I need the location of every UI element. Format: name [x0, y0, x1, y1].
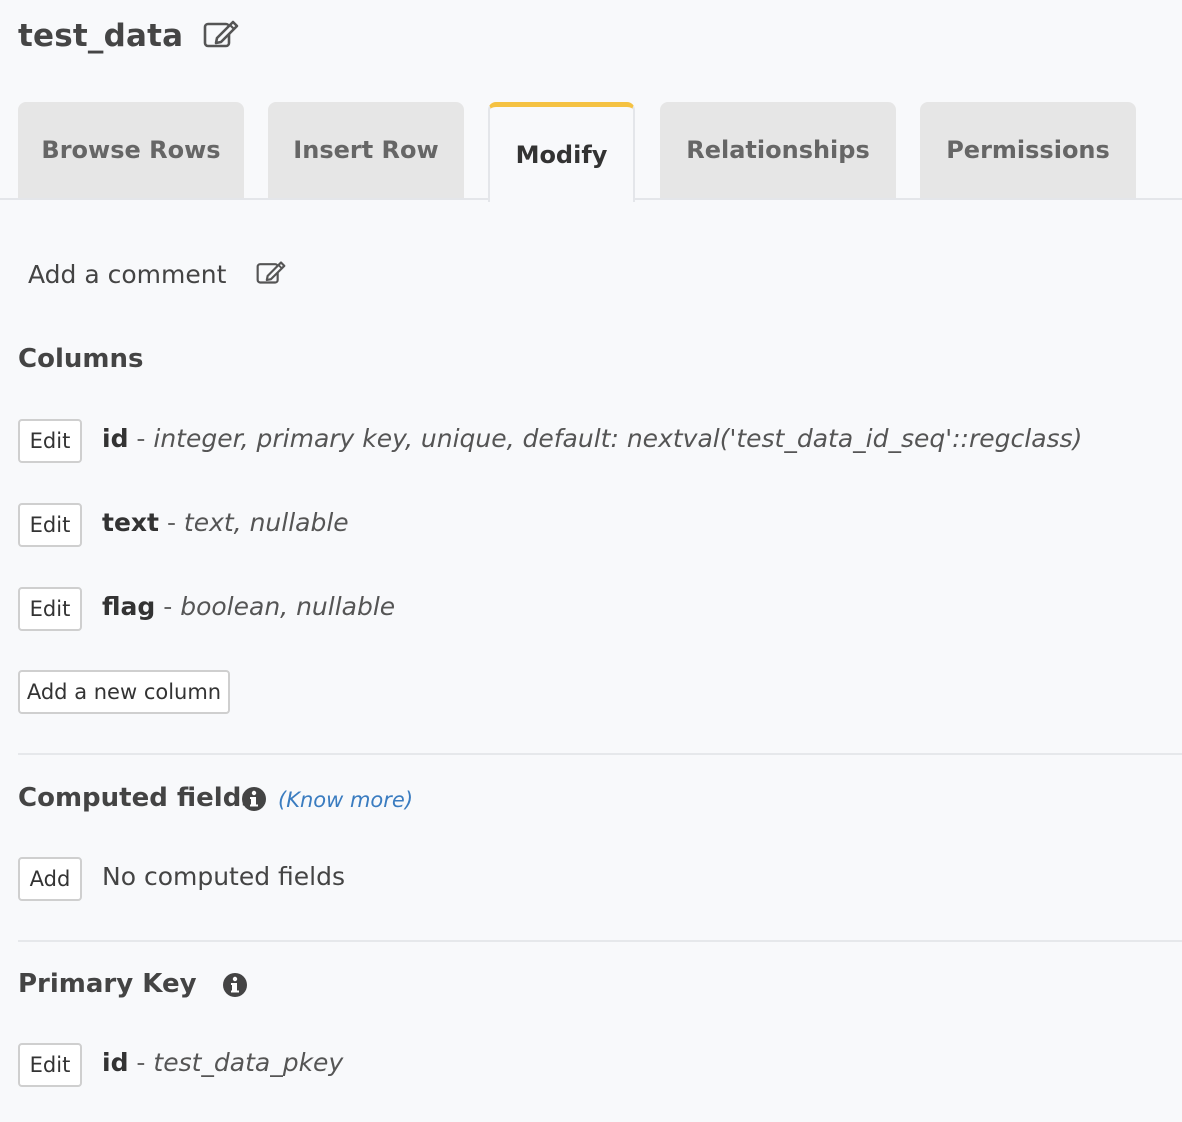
column-details: integer, primary key, unique, default: n… — [153, 424, 1083, 453]
tab-modify[interactable]: Modify — [488, 102, 635, 202]
divider — [18, 753, 1182, 755]
divider — [18, 940, 1182, 942]
column-name: id — [102, 424, 129, 453]
separator: - — [136, 1048, 154, 1077]
separator: - — [163, 592, 181, 621]
no-computed-fields-text: No computed fields — [102, 862, 346, 891]
info-icon[interactable] — [222, 972, 248, 1002]
column-details: boolean, nullable — [180, 592, 396, 621]
add-new-column-button[interactable]: Add a new column — [18, 670, 230, 714]
comment-row: Add a comment — [28, 254, 286, 294]
edit-column-flag-button[interactable]: Edit — [18, 587, 82, 631]
info-icon[interactable] — [241, 786, 267, 816]
column-name: text — [102, 508, 159, 537]
primary-key-heading: Primary Key — [18, 969, 197, 999]
know-more-link[interactable]: (Know more) — [278, 788, 413, 812]
modify-table-page: test_data Browse Rows Insert Row Modify … — [0, 0, 1182, 1122]
tab-permissions[interactable]: Permissions — [920, 102, 1136, 198]
column-row-id: id - integer, primary key, unique, defau… — [102, 424, 1082, 453]
tab-relationships[interactable]: Relationships — [660, 102, 896, 198]
primary-key-row: id - test_data_pkey — [102, 1048, 343, 1077]
column-details: text, nullable — [183, 508, 349, 537]
edit-column-id-button[interactable]: Edit — [18, 419, 82, 463]
computed-fields-heading: Computed fields — [18, 783, 257, 813]
tab-bar: Browse Rows Insert Row Modify Relationsh… — [0, 102, 1182, 202]
tab-browse-rows[interactable]: Browse Rows — [18, 102, 244, 198]
add-computed-field-button[interactable]: Add — [18, 857, 82, 901]
edit-primary-key-button[interactable]: Edit — [18, 1043, 82, 1087]
add-comment-label: Add a comment — [28, 259, 227, 289]
column-row-flag: flag - boolean, nullable — [102, 592, 395, 621]
columns-heading: Columns — [18, 344, 144, 374]
edit-icon[interactable] — [203, 18, 239, 54]
column-row-text: text - text, nullable — [102, 508, 349, 537]
column-name: flag — [102, 592, 156, 621]
tab-insert-row[interactable]: Insert Row — [268, 102, 464, 198]
page-title: test_data — [18, 18, 184, 54]
edit-column-text-button[interactable]: Edit — [18, 503, 82, 547]
separator: - — [136, 424, 154, 453]
pk-column-name: id — [102, 1048, 129, 1077]
separator: - — [166, 508, 184, 537]
edit-comment-icon[interactable] — [256, 259, 286, 290]
pk-constraint-name: test_data_pkey — [153, 1048, 344, 1077]
title-row: test_data — [18, 14, 239, 58]
